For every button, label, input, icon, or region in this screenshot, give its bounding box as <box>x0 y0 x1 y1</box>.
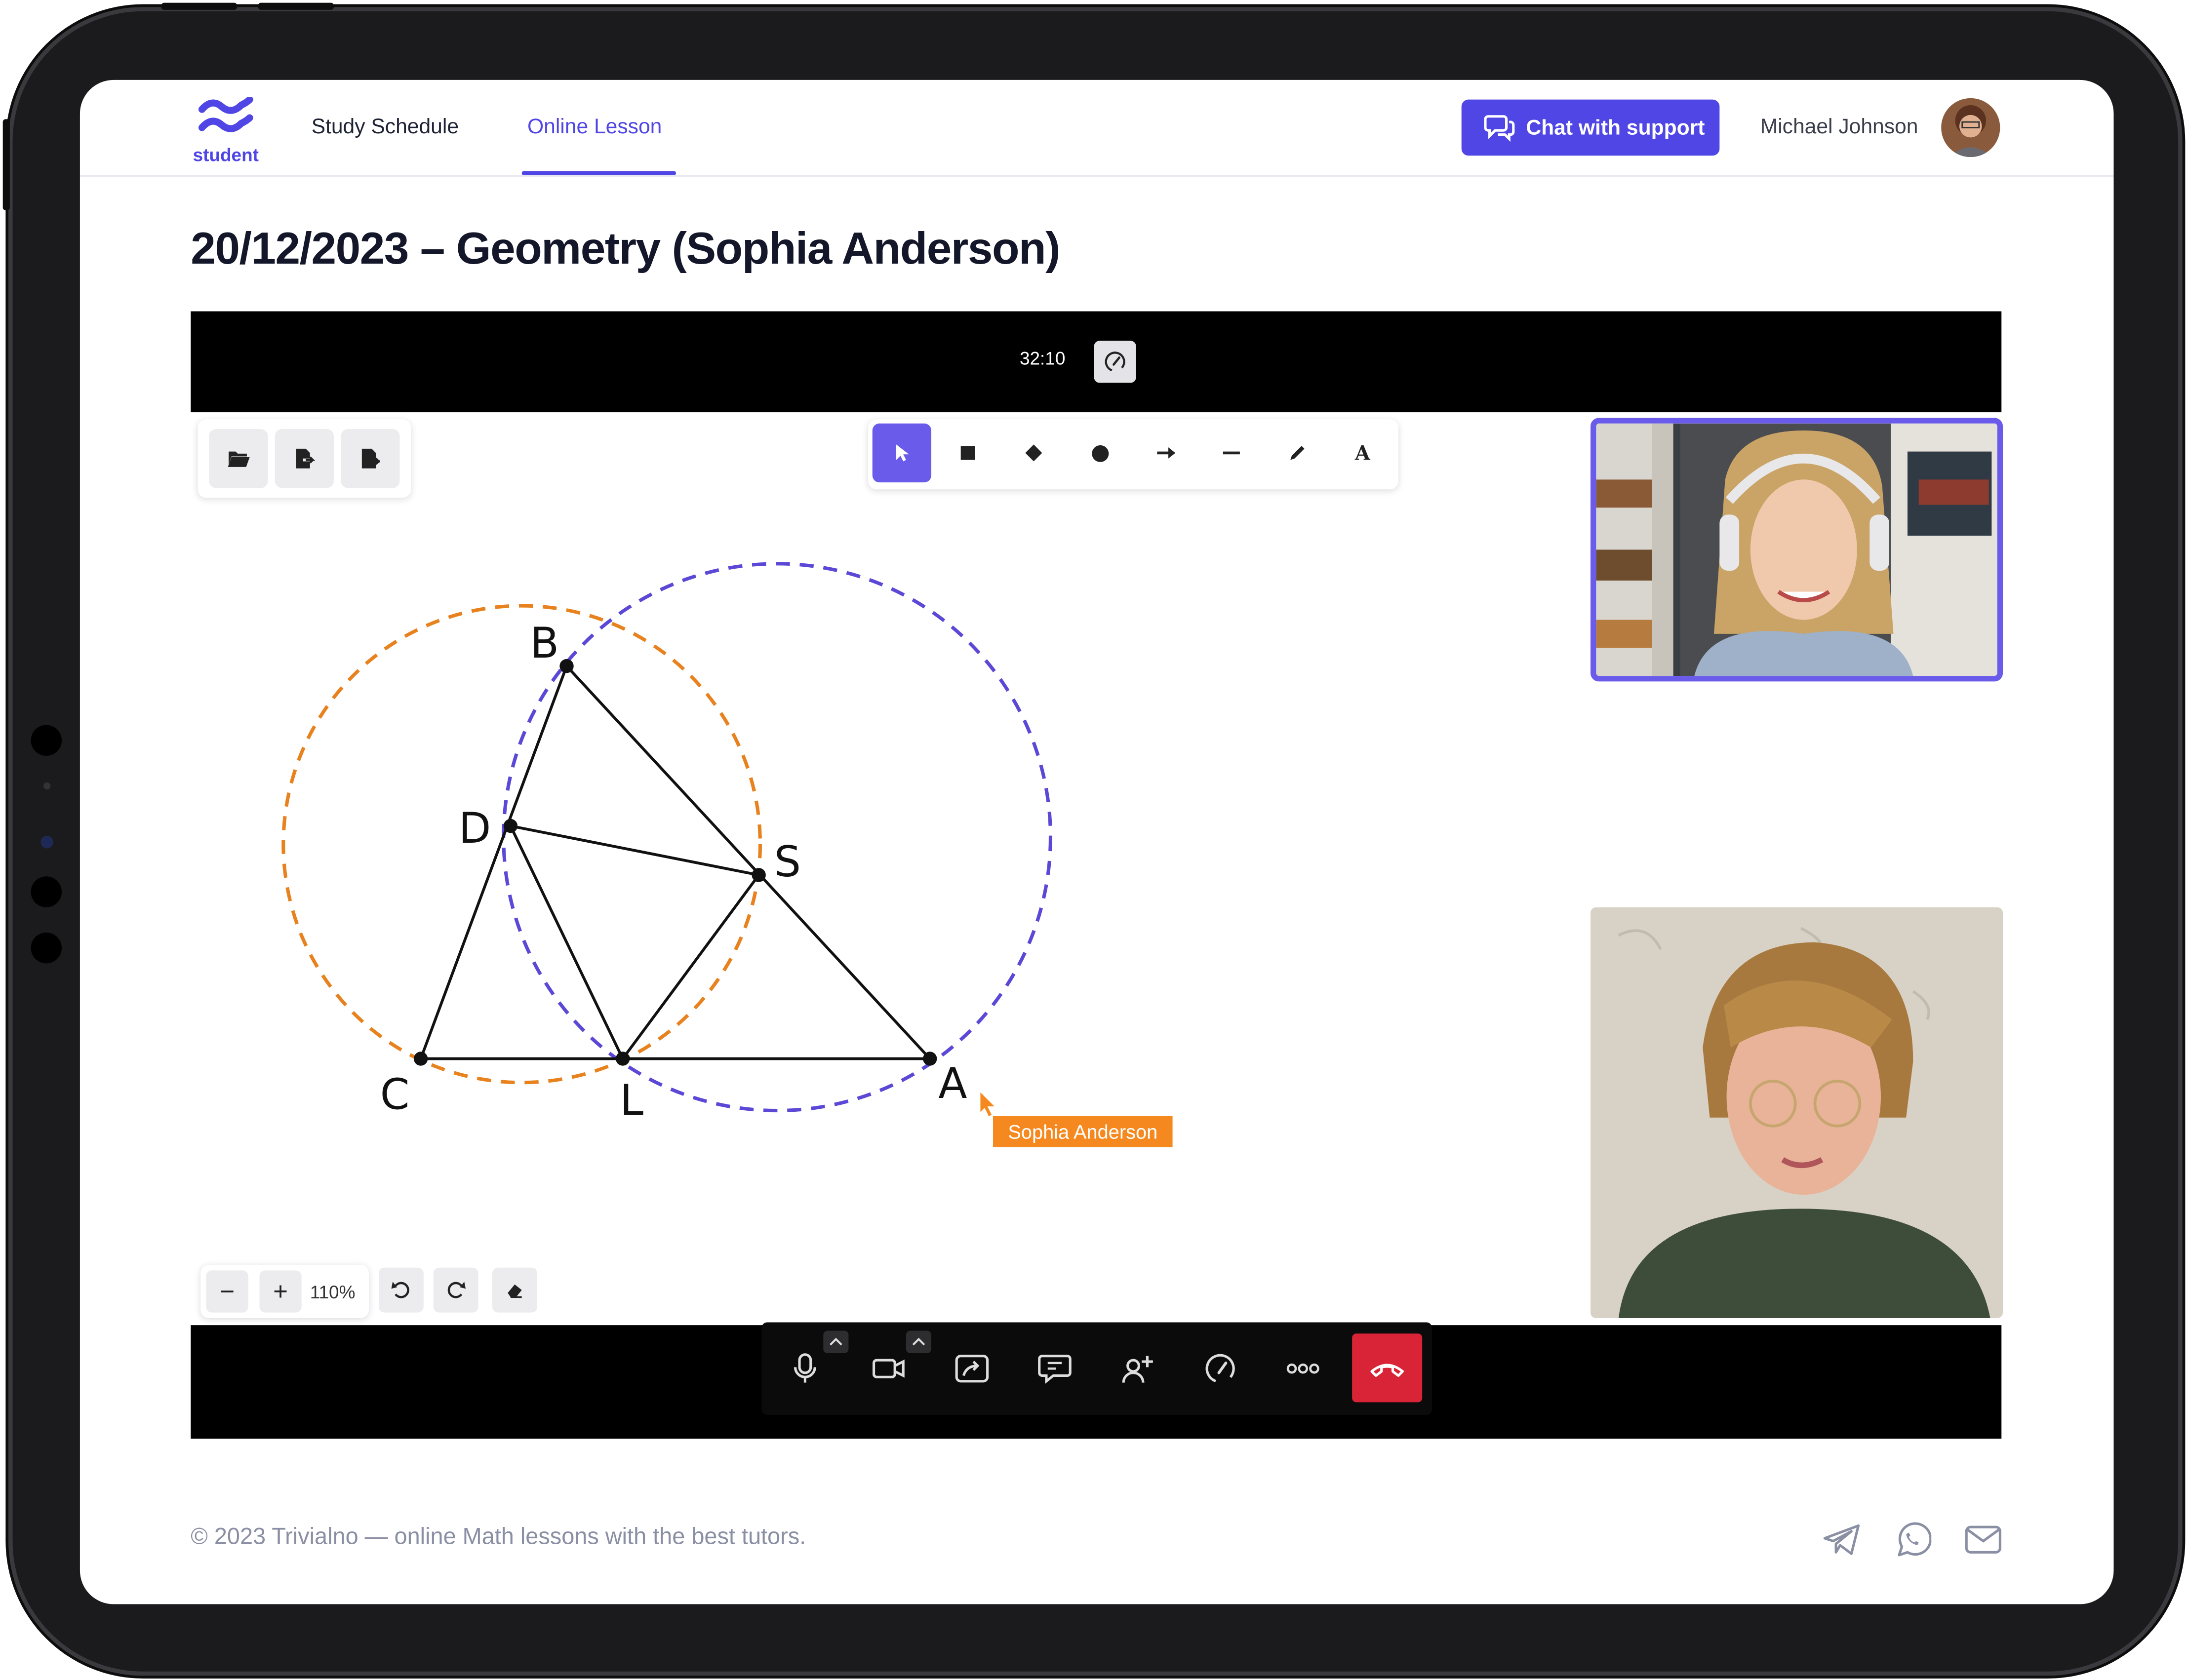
microphone-icon <box>794 1353 816 1383</box>
call-controls <box>761 1322 1432 1415</box>
telegram-icon <box>1823 1524 1860 1555</box>
tool-line[interactable] <box>1202 424 1261 482</box>
microphone-options-button[interactable] <box>823 1330 849 1353</box>
app-screen: student Study Schedule Online Lesson Cha… <box>80 79 2114 1604</box>
more-button[interactable] <box>1273 1339 1332 1398</box>
text-icon: A <box>1354 443 1371 463</box>
file-toolbar <box>198 419 411 498</box>
hang-up-icon <box>1370 1363 1404 1376</box>
vertex-label-a: A <box>938 1059 967 1108</box>
tutor-video[interactable] <box>1591 418 2003 682</box>
diamond-icon <box>1025 444 1042 462</box>
zoom-in-button[interactable]: + <box>259 1270 302 1313</box>
student-video-frame <box>1591 907 2003 1318</box>
eraser-button[interactable] <box>492 1267 537 1313</box>
drawing-toolbar: A <box>868 419 1398 490</box>
camera-dot <box>31 725 62 756</box>
vertex-label-b: B <box>530 619 559 668</box>
chevron-up-icon <box>830 1337 842 1346</box>
sensor-dot <box>31 932 62 964</box>
open-file-button[interactable] <box>209 429 268 488</box>
vertex-label-c: C <box>380 1071 410 1120</box>
chat-button[interactable] <box>1025 1339 1084 1398</box>
vertex-label-d: D <box>459 804 491 853</box>
undo-button[interactable] <box>378 1267 424 1313</box>
circle-icon <box>1091 444 1108 462</box>
svg-text:A: A <box>1354 443 1371 463</box>
sensor-dot <box>43 782 51 790</box>
add-participant-button[interactable] <box>1108 1339 1167 1398</box>
tool-arrow[interactable] <box>1136 424 1195 482</box>
tablet-side-button <box>2 119 10 211</box>
zoom-out-button[interactable]: − <box>206 1270 248 1313</box>
tutor-video-frame <box>1596 423 1997 676</box>
tablet-top-button <box>161 2 238 10</box>
share-screen-icon <box>955 1355 989 1383</box>
share-screen-button[interactable] <box>943 1339 1001 1398</box>
purple-dashed-circle <box>502 562 1053 1113</box>
pencil-icon <box>1290 446 1305 460</box>
chevron-up-icon <box>912 1337 925 1346</box>
undo-icon <box>391 1282 409 1298</box>
mail-link[interactable] <box>1962 1519 2004 1561</box>
redo-button[interactable] <box>433 1267 478 1313</box>
tool-rectangle[interactable] <box>938 424 997 482</box>
export-file-button[interactable] <box>275 429 334 488</box>
speed-icon <box>1205 1354 1235 1383</box>
tool-pencil[interactable] <box>1268 424 1327 482</box>
tool-pointer[interactable] <box>872 423 932 483</box>
speed-control-button[interactable] <box>1191 1339 1249 1398</box>
rectangle-icon <box>960 446 975 460</box>
pointer-icon <box>896 444 909 462</box>
remote-cursor-label: Sophia Anderson <box>993 1116 1173 1147</box>
tool-diamond[interactable] <box>1004 424 1063 482</box>
camera-options-button[interactable] <box>906 1330 932 1353</box>
arrow-icon <box>1157 447 1176 459</box>
zoom-level: 110% <box>310 1282 356 1303</box>
eraser-icon <box>508 1284 522 1298</box>
more-icon <box>1286 1364 1319 1374</box>
tool-circle[interactable] <box>1070 424 1129 482</box>
camera-lens <box>40 835 53 849</box>
chat-icon <box>1038 1355 1072 1384</box>
student-video[interactable] <box>1591 907 2003 1318</box>
file-export-icon <box>296 448 316 469</box>
tool-text[interactable]: A <box>1334 424 1392 482</box>
hang-up-button[interactable] <box>1352 1333 1423 1403</box>
folder-open-icon <box>228 451 250 467</box>
telegram-link[interactable] <box>1821 1519 1863 1561</box>
footer-copyright: © 2023 Trivialno — online Math lessons w… <box>191 1524 806 1550</box>
triangle-lines <box>419 663 933 1060</box>
import-file-button[interactable] <box>341 429 400 488</box>
sensor-dot <box>31 876 62 907</box>
remote-cursor-icon <box>980 1092 995 1116</box>
camera-icon <box>873 1359 905 1378</box>
whatsapp-icon <box>1898 1522 1932 1557</box>
orange-dashed-circle <box>281 604 762 1085</box>
line-icon <box>1223 451 1240 455</box>
tablet-top-button <box>258 2 334 10</box>
file-import-icon <box>361 448 380 469</box>
add-participant-icon <box>1122 1356 1153 1383</box>
whatsapp-link[interactable] <box>1891 1519 1933 1561</box>
vertex-label-s: S <box>774 838 801 887</box>
redo-icon <box>447 1282 466 1298</box>
vertex-label-l: L <box>620 1076 643 1125</box>
mail-icon <box>1965 1525 2001 1554</box>
